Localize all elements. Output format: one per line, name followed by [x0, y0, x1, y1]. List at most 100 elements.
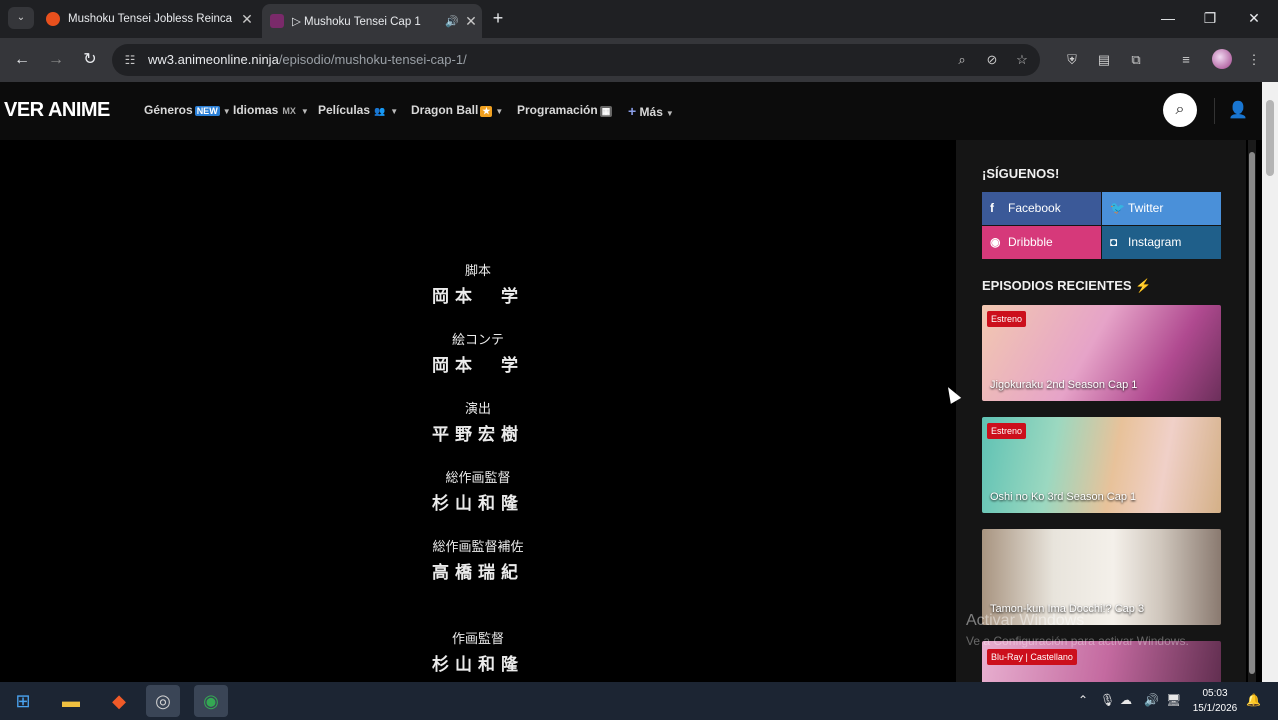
- browser-toolbar: ← → ↻ ☷ ww3.animeonline.ninja/episodio/m…: [0, 38, 1278, 82]
- chevron-down-icon: ▼: [300, 107, 309, 116]
- social-label: Twitter: [1128, 201, 1164, 215]
- nav-label: Más: [639, 105, 663, 119]
- reload-icon[interactable]: ↻: [78, 48, 102, 72]
- restore-window-button[interactable]: ❐: [1190, 6, 1230, 30]
- zoom-icon[interactable]: ⌕: [952, 51, 972, 69]
- windows-start-icon[interactable]: ⊞: [6, 685, 40, 717]
- nav-dragon-ball[interactable]: Dragon Ball ★ ▼: [411, 103, 503, 117]
- dribbble-button[interactable]: ◉ Dribbble: [982, 226, 1101, 259]
- profile-avatar[interactable]: [1212, 49, 1232, 69]
- nav-label: Idiomas: [233, 103, 279, 117]
- site-info-icon[interactable]: ☷: [122, 52, 138, 68]
- media-controls-icon[interactable]: ≡: [1176, 50, 1196, 70]
- credit-name: 高橋瑞紀: [432, 563, 524, 583]
- show-hidden-icons-icon[interactable]: ⌃: [1078, 693, 1088, 707]
- address-bar[interactable]: ☷ ww3.animeonline.ninja/episodio/mushoku…: [112, 44, 1040, 76]
- cloud-icon[interactable]: ☁: [1120, 693, 1132, 707]
- search-button[interactable]: ⌕: [1163, 93, 1197, 127]
- close-window-button[interactable]: ✕: [1234, 6, 1274, 30]
- chrome-browser-icon[interactable]: ◉: [194, 685, 228, 717]
- extension-icon[interactable]: ▤: [1094, 50, 1114, 70]
- people-icon: 👥: [374, 106, 386, 116]
- calendar-icon: ▦: [599, 106, 613, 117]
- network-icon[interactable]: 🖥: [1166, 693, 1181, 707]
- episode-badge: Blu-Ray | Castellano: [987, 649, 1077, 665]
- nav-peliculas[interactable]: Películas 👥 ▼: [318, 103, 398, 117]
- site-header: VER ANIME Géneros NEW ▼ Idiomas MX ▼ Películ…: [0, 82, 1262, 140]
- plus-icon: +: [628, 103, 637, 119]
- notification-bell-icon[interactable]: 🔔: [1246, 693, 1261, 707]
- mx-flag-icon: MX: [282, 106, 296, 116]
- credit-role: 総作画監督: [445, 471, 511, 486]
- search-icon: ⌕: [1175, 101, 1185, 118]
- forward-arrow-icon[interactable]: →: [44, 48, 68, 72]
- nav-idiomas[interactable]: Idiomas MX ▼: [233, 103, 309, 117]
- credit-name: 杉山和隆: [432, 655, 524, 675]
- windows-activation-watermark: Activar Windows: [966, 612, 1085, 629]
- chevron-down-icon: ▼: [495, 107, 504, 116]
- nav-programacion[interactable]: Programación ▦: [517, 103, 613, 117]
- recent-episodes-heading: EPISODIOS RECIENTES ⚡: [982, 278, 1151, 294]
- browser-menu-icon[interactable]: ⋮: [1244, 50, 1264, 70]
- episode-card[interactable]: Estreno Jigokuraku 2nd Season Cap 1: [982, 305, 1221, 401]
- credit-name: 岡本 学: [432, 287, 524, 307]
- close-tab-icon[interactable]: ✕: [236, 11, 258, 28]
- extensions-puzzle-icon[interactable]: ⧉: [1126, 50, 1146, 70]
- nav-mas[interactable]: + Más ▼: [628, 103, 674, 119]
- episode-title: Oshi no Ko 3rd Season Cap 1: [990, 491, 1137, 503]
- episode-title: Jigokuraku 2nd Season Cap 1: [990, 379, 1138, 391]
- twitter-button[interactable]: 🐦 Twitter: [1102, 192, 1221, 225]
- credit-role: 絵コンテ: [451, 333, 504, 348]
- dragon-ball-icon: ★: [480, 106, 493, 117]
- user-account-icon[interactable]: 👤: [1228, 100, 1248, 120]
- speaker-icon[interactable]: 🔊: [444, 15, 460, 28]
- credit-name: 杉山和隆: [432, 494, 524, 514]
- credit-block: 脚本 岡本 学: [0, 260, 956, 307]
- nav-generos[interactable]: Géneros NEW ▼: [144, 103, 231, 117]
- tab-mushoku-cap-1[interactable]: ▷ Mushoku Tensei Cap 1 🔊 ✕: [262, 4, 482, 38]
- credit-role: 演出: [464, 402, 491, 417]
- site-logo[interactable]: VER ANIME: [4, 99, 110, 122]
- episode-card[interactable]: Estreno Oshi no Ko 3rd Season Cap 1: [982, 417, 1221, 513]
- instagram-icon: ◘: [1110, 235, 1118, 249]
- credit-block: 総作画監督 杉山和隆: [0, 467, 956, 514]
- facebook-button[interactable]: f Facebook: [982, 192, 1101, 225]
- new-badge-icon: NEW: [194, 106, 220, 116]
- divider: [1214, 98, 1215, 124]
- nav-label: Películas: [318, 103, 371, 117]
- brave-browser-icon[interactable]: ◆: [102, 685, 136, 717]
- episode-card[interactable]: Tamon-kun Ima Docchi!? Cap 3: [982, 529, 1221, 625]
- windows-taskbar: ⊞ ▬ ◆ ◎ ◉ ⌃ 🎙 ☁ 🔊 🖥 05:03 15/1/2026 🔔: [0, 682, 1278, 720]
- sidebar: ¡SÍGUENOS! f Facebook 🐦 Twitter ◉ Dribbble …: [956, 140, 1246, 682]
- microphone-icon[interactable]: 🎙: [1100, 693, 1115, 707]
- tab-title: Mushoku Tensei Jobless Reinca: [68, 13, 233, 25]
- credit-block: 総作画監督補佐 高橋瑞紀: [0, 536, 956, 583]
- back-arrow-icon[interactable]: ←: [10, 48, 34, 72]
- episode-badge: Estreno: [987, 311, 1027, 327]
- volume-icon[interactable]: 🔊: [1144, 693, 1159, 707]
- video-player[interactable]: 脚本 岡本 学 絵コンテ 岡本 学 演出 平野宏樹 総作画監督 杉山和隆 総作画…: [0, 140, 956, 682]
- sidebar-scrollbar-thumb[interactable]: [1249, 152, 1255, 674]
- page-scrollbar-thumb[interactable]: [1266, 100, 1274, 176]
- url-domain: ww3.animeonline.ninja: [148, 52, 279, 67]
- bookmark-star-icon[interactable]: ☆: [1012, 51, 1032, 69]
- browser-tab-strip: ⌄ Mushoku Tensei Jobless Reinca ✕ ▷ Mush…: [0, 0, 1278, 38]
- tab-title: ▷ Mushoku Tensei Cap 1: [292, 16, 421, 28]
- obs-studio-icon[interactable]: ◎: [146, 685, 180, 717]
- extension-ublock-icon[interactable]: ⛨: [1062, 50, 1082, 70]
- tab-mushoku-jobless[interactable]: Mushoku Tensei Jobless Reinca ✕: [38, 4, 258, 34]
- instagram-button[interactable]: ◘ Instagram: [1102, 226, 1221, 259]
- chevron-down-icon: ▼: [390, 107, 399, 116]
- new-tab-button[interactable]: +: [488, 8, 508, 28]
- tracking-blocked-icon[interactable]: ⊘: [982, 51, 1002, 69]
- nav-label: Programación: [517, 103, 598, 117]
- url-text[interactable]: ww3.animeonline.ninja/episodio/mushoku-t…: [148, 44, 467, 76]
- credit-block: 絵コンテ 岡本 学: [0, 329, 956, 376]
- close-tab-icon[interactable]: ✕: [460, 13, 482, 30]
- url-path: /episodio/mushoku-tensei-cap-1/: [278, 52, 467, 67]
- file-explorer-icon[interactable]: ▬: [54, 685, 88, 717]
- minimize-window-button[interactable]: —: [1148, 6, 1188, 30]
- taskbar-clock[interactable]: 05:03 15/1/2026: [1190, 686, 1240, 716]
- tab-favicon-icon: [46, 12, 60, 26]
- tab-search-button[interactable]: ⌄: [8, 7, 34, 29]
